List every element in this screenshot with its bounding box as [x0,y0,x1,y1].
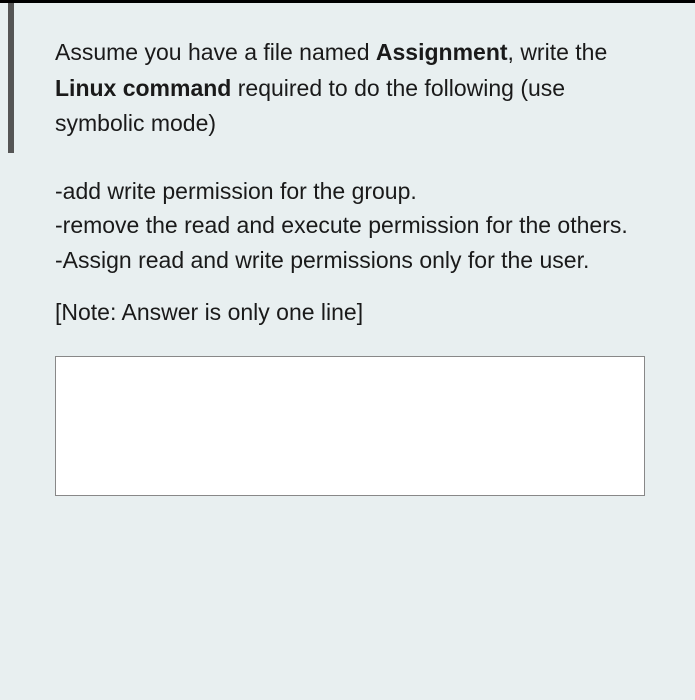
left-accent-bar [8,3,14,153]
intro-bold-1: Assignment [376,39,508,65]
intro-text-1: Assume you have a file named [55,39,376,65]
question-intro: Assume you have a file named Assignment,… [55,35,645,142]
bullet-item: -Assign read and write permissions only … [55,243,645,278]
requirements-list: -add write permission for the group. -re… [55,174,645,278]
answer-note: [Note: Answer is only one line] [55,295,645,330]
intro-text-2: , write the [508,39,608,65]
bullet-item: -remove the read and execute permission … [55,208,645,243]
bullet-item: -add write permission for the group. [55,174,645,209]
question-content: Assume you have a file named Assignment,… [0,3,695,531]
answer-input[interactable] [55,356,645,496]
intro-bold-2: Linux command [55,75,231,101]
